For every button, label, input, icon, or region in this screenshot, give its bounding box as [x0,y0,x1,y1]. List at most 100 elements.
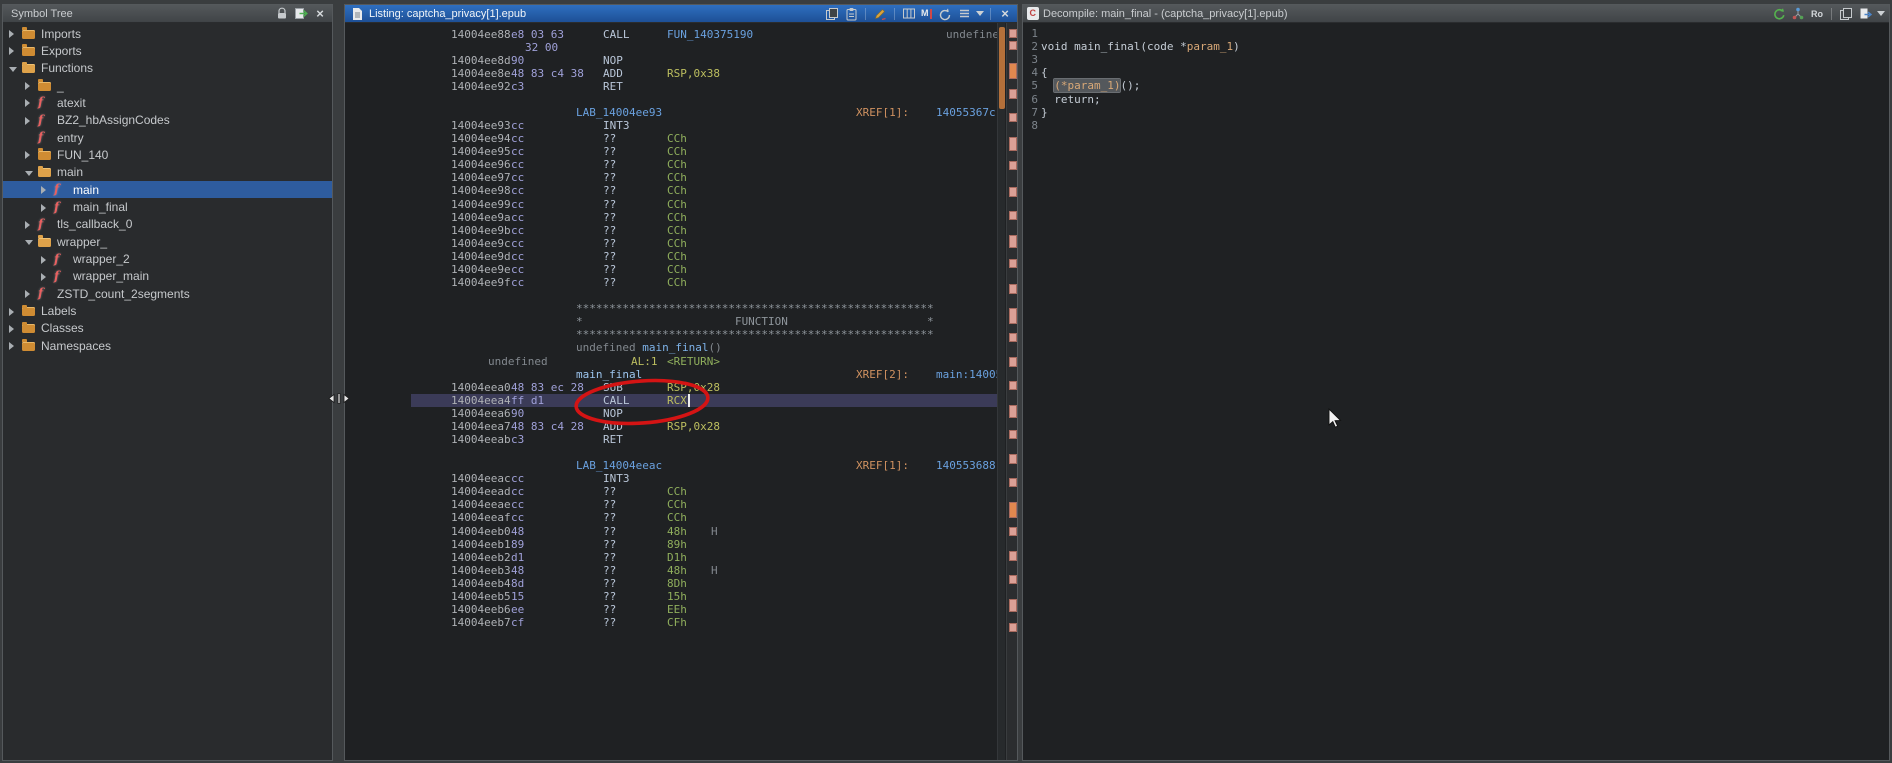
listing-line[interactable]: ****************************************… [411,302,997,315]
tree-item-bz2_hbassigncodes[interactable]: BZ2_hbAssignCodes [3,112,332,129]
chevron-right-icon[interactable] [41,273,46,281]
listing-line[interactable] [411,289,997,302]
decompile-titlebar[interactable]: Decompile: main_final - (captcha_privacy… [1023,5,1889,23]
listing-line[interactable] [411,446,997,459]
tree-item-atexit[interactable]: atexit [3,94,332,111]
chevron-down-icon[interactable] [25,240,33,245]
dropdown-icon[interactable] [1877,11,1885,16]
listing-line[interactable]: LAB_14004ee93XREF[1]:14055367c(* [411,106,997,119]
listing-line[interactable]: main_finalXREF[2]:main:140058... [411,368,997,381]
listing-line[interactable]: 14004ee8e48 83 c4 38ADDRSP,0x38 [411,67,997,80]
decompile-line[interactable]: 1 [1023,27,1889,40]
copy-icon[interactable] [1838,6,1854,22]
listing-line[interactable]: 14004eeb048??48hH [411,525,997,538]
listing-line[interactable]: 14004eeb6ee??EEh [411,603,997,616]
chevron-right-icon[interactable] [25,221,30,229]
listing-line[interactable]: 14004ee9ccc??CCh [411,237,997,250]
symbol-tree-titlebar[interactable]: Symbol Tree [3,5,332,23]
listing-line[interactable]: 14004eeb348??48hH [411,564,997,577]
listing-line[interactable]: 14004ee9dcc??CCh [411,250,997,263]
tree-item-classes[interactable]: Classes [3,320,332,337]
export-icon[interactable] [1857,6,1873,22]
listing-line[interactable]: 14004ee88e8 03 63CALLFUN_140375190undefi… [411,28,997,41]
ro-logo[interactable]: Ro [1809,6,1825,22]
tree-item-main_final[interactable]: main_final [3,199,332,216]
chevron-right-icon[interactable] [25,117,30,125]
decompile-line[interactable]: 7} [1023,106,1889,119]
tree-item-main[interactable]: main [3,181,332,198]
listing-line[interactable]: 14004ee92c3RET [411,80,997,93]
tree-item-imports[interactable]: Imports [3,25,332,42]
lock-icon[interactable] [274,6,290,22]
refresh-icon[interactable] [937,6,953,22]
chevron-right-icon[interactable] [9,30,14,38]
tree-item-wrapper_main[interactable]: wrapper_main [3,268,332,285]
listing-line[interactable]: ****************************************… [411,328,997,341]
chevron-right-icon[interactable] [25,151,30,159]
listing-line[interactable]: 14004ee93ccINT3 [411,119,997,132]
edit-icon[interactable] [872,6,888,22]
close-icon[interactable] [312,6,328,22]
listing-line[interactable]: 14004eeb189??89h [411,538,997,551]
listing-line[interactable]: 14004eeafcc??CCh [411,511,997,524]
listing-line[interactable]: 14004ee95cc??CCh [411,145,997,158]
tree-item-zstd_count_2segments[interactable]: ZSTD_count_2segments [3,285,332,302]
decompile-line[interactable]: 4{ [1023,66,1889,79]
listing-line[interactable]: 14004eeb7cf??CFh [411,616,997,629]
listing-overview-margin[interactable] [1006,23,1017,760]
chevron-right-icon[interactable] [25,290,30,298]
paste-icon[interactable] [843,6,859,22]
scrollbar-thumb[interactable] [999,27,1005,109]
chevron-right-icon[interactable] [25,82,30,90]
chevron-right-icon[interactable] [25,99,30,107]
tree-item-namespaces[interactable]: Namespaces [3,337,332,354]
chevron-right-icon[interactable] [9,308,14,316]
snapshot-icon[interactable] [293,6,309,22]
listing-line[interactable]: 14004ee9bcc??CCh [411,224,997,237]
tree-item-functions[interactable]: Functions [3,60,332,77]
tree-item-labels[interactable]: Labels [3,303,332,320]
list-icon[interactable] [956,6,972,22]
decompile-line[interactable]: 3 [1023,53,1889,66]
listing-line[interactable]: 14004eeabc3RET [411,433,997,446]
listing-line[interactable]: 14004ee97cc??CCh [411,171,997,184]
chevron-right-icon[interactable] [9,325,14,333]
markup-icon[interactable] [920,7,934,21]
tree-item-wrapper_[interactable]: wrapper_ [3,233,332,250]
refresh-green-icon[interactable] [1771,6,1787,22]
chevron-right-icon[interactable] [41,256,46,264]
listing-line[interactable]: LAB_14004eeacXREF[1]:140553688(* [411,459,997,472]
listing-line[interactable]: 14004eea048 83 ec 28SUBRSP,0x28 [411,381,997,394]
listing-line[interactable]: * FUNCTION * [411,315,997,328]
listing-line[interactable]: 14004eeaecc??CCh [411,498,997,511]
listing-line[interactable]: 14004eeacccINT3 [411,472,997,485]
tree-item-entry[interactable]: entry [3,129,332,146]
decompile-line[interactable]: 8 [1023,119,1889,132]
listing-line[interactable]: undefinedAL:1<RETURN> [411,355,997,368]
listing-line-selected[interactable]: 14004eea4ff d1CALLRCX [411,394,997,407]
listing-line[interactable]: 14004ee9fcc??CCh [411,276,997,289]
listing-line[interactable]: 14004eeb2d1??D1h [411,551,997,564]
listing-scrollbar[interactable] [997,23,1005,760]
chevron-right-icon[interactable] [9,342,14,350]
listing-line[interactable]: 14004ee98cc??CCh [411,184,997,197]
listing-line[interactable]: 14004eeb515??15h [411,590,997,603]
listing-line[interactable] [411,93,997,106]
listing-titlebar[interactable]: Listing: captcha_privacy[1].epub [345,5,1017,23]
listing-line[interactable]: 14004eea690NOP [411,407,997,420]
close-icon[interactable] [997,6,1013,22]
listing-line[interactable]: 14004ee99cc??CCh [411,198,997,211]
listing-line[interactable]: 14004ee96cc??CCh [411,158,997,171]
tree-item-fun_140[interactable]: FUN_140 [3,146,332,163]
chevron-down-icon[interactable] [9,67,17,72]
tree-item-wrapper_2[interactable]: wrapper_2 [3,251,332,268]
listing-line[interactable]: 14004eeb48d??8Dh [411,577,997,590]
decompile-line[interactable]: 2void main_final(code *param_1) [1023,40,1889,53]
listing-line[interactable]: 32 00 [411,41,997,54]
chevron-down-icon[interactable] [25,171,33,176]
tree-item-_[interactable]: _ [3,77,332,94]
tree-item-main[interactable]: main [3,164,332,181]
chevron-right-icon[interactable] [41,186,46,194]
dropdown-icon[interactable] [976,11,984,16]
decompile-line[interactable]: 5 (*param_1)(); [1023,79,1889,92]
